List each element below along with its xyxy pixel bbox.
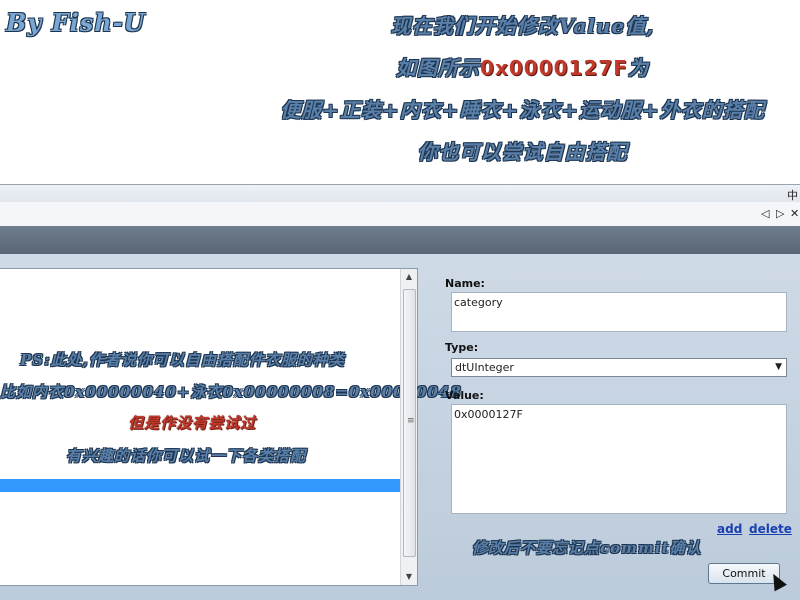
type-label: Type: bbox=[445, 341, 479, 354]
value-field[interactable]: 0x0000127F bbox=[451, 404, 787, 514]
grip-icon: ≡ bbox=[407, 416, 415, 426]
banner-line-2-prefix: 如图所示 bbox=[396, 56, 481, 80]
selected-list-row[interactable] bbox=[0, 479, 400, 492]
delete-link[interactable]: delete bbox=[749, 522, 792, 536]
list-scrollbar[interactable]: ▲ ≡ ▼ bbox=[400, 269, 417, 585]
banner-line-1: 现在我们开始修改Value值, bbox=[390, 14, 655, 38]
pin-icon[interactable]: 中 bbox=[787, 187, 798, 203]
value-label: Value: bbox=[445, 389, 484, 402]
scroll-down-arrow-icon[interactable]: ▼ bbox=[401, 569, 417, 585]
document-tab-strip: ◁ ▷ ✕ bbox=[0, 202, 800, 227]
name-label: Name: bbox=[445, 277, 485, 290]
tutorial-banner: By Fish-U 现在我们开始修改Value值, 如图所示0x0000127F… bbox=[0, 0, 800, 184]
banner-line-2-suffix: 为 bbox=[627, 56, 649, 80]
commit-reminder: 修改后不要忘记点commit确认 bbox=[472, 539, 702, 557]
type-selected-value: dtUInteger bbox=[455, 361, 514, 374]
highlighted-value: 0x0000127F bbox=[480, 56, 628, 80]
next-tab-icon[interactable]: ▷ bbox=[776, 207, 784, 220]
dock-title-bar: 中 bbox=[0, 184, 800, 203]
list-note-3: 但是作没有尝试过 bbox=[128, 414, 257, 432]
banner-line-2: 如图所示0x0000127F为 bbox=[250, 52, 795, 81]
type-select[interactable]: dtUInteger ▼ bbox=[451, 358, 787, 377]
panel-header-bar bbox=[0, 226, 800, 254]
banner-line-3: 便服+正装+内衣+睡衣+泳衣+运动服+外衣的搭配 bbox=[280, 98, 765, 122]
scroll-thumb[interactable]: ≡ bbox=[403, 289, 416, 557]
add-link[interactable]: add bbox=[717, 522, 742, 536]
dropdown-arrow-icon: ▼ bbox=[775, 362, 782, 372]
entry-list[interactable]: PS:此处,作者说你可以自由搭配件衣服的种类 比如内衣0x00000040+泳衣… bbox=[0, 268, 461, 586]
author-credit: By Fish-U bbox=[6, 8, 146, 37]
previous-tab-icon[interactable]: ◁ bbox=[761, 207, 769, 220]
banner-line-4: 你也可以尝试自由搭配 bbox=[417, 140, 628, 164]
close-tab-icon[interactable]: ✕ bbox=[790, 207, 799, 220]
list-note-4: 有兴趣的话你可以试一下各类搭配 bbox=[66, 447, 307, 465]
name-field[interactable]: category bbox=[451, 292, 787, 332]
list-note-2: 比如内衣0x00000040+泳衣0x00000008=0x00000048 bbox=[0, 383, 462, 401]
scroll-up-arrow-icon[interactable]: ▲ bbox=[401, 269, 417, 285]
list-note-1: PS:此处,作者说你可以自由搭配件衣服的种类 bbox=[20, 351, 345, 369]
